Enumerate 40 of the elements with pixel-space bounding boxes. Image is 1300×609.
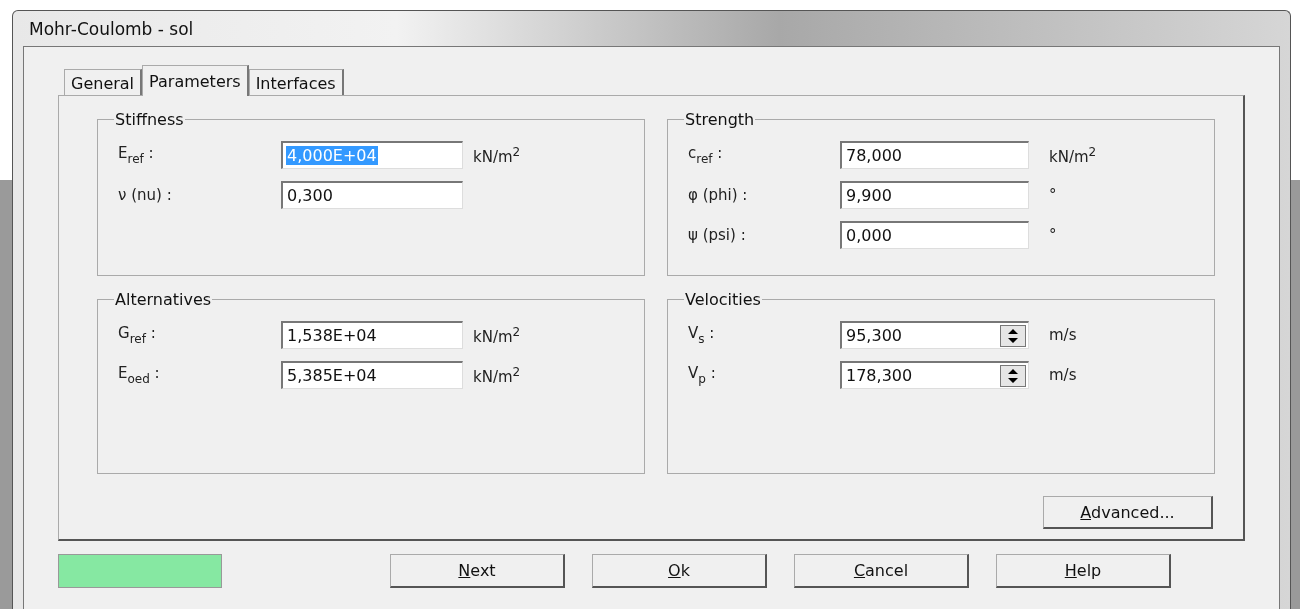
spin-field[interactable]: 95,300 (840, 321, 1029, 349)
field-label: E$_{oed}$ : (118, 364, 161, 386)
tab[interactable]: Interfaces (248, 69, 344, 95)
field-label: E$_{ref}$ : (118, 144, 155, 166)
tab[interactable]: Parameters (142, 65, 249, 96)
advanced-button[interactable]: Advanced... (1043, 496, 1213, 529)
spinner-icon[interactable] (1000, 324, 1026, 347)
input-field[interactable]: 9,900 (840, 181, 1029, 209)
unit-label: m/s (1049, 326, 1077, 344)
field-label: G$_{ref}$ : (118, 324, 157, 346)
field-label: c$_{ref}$ : (688, 144, 724, 166)
unit-label: kN/m$^{2}$ (473, 324, 521, 346)
group-title: Velocities (684, 290, 762, 309)
unit-label: m/s (1049, 366, 1077, 384)
unit-label: kN/m$^{2}$ (473, 144, 521, 166)
input-field[interactable]: 5,385E+04 (281, 361, 463, 389)
field-label: ν (nu) : (118, 186, 173, 204)
unit-label: kN/m$^{2}$ (473, 364, 521, 386)
group-title: Strength (684, 110, 756, 129)
window-title: Mohr-Coulomb - sol (29, 18, 194, 39)
dialog-button[interactable]: Ok (592, 554, 767, 588)
dialog-button[interactable]: Cancel (794, 554, 969, 588)
group-title: Stiffness (114, 110, 185, 129)
dialog-button[interactable]: Help (996, 554, 1171, 588)
unit-label: ° (1049, 226, 1057, 244)
field-label: V$_{p}$ : (688, 364, 717, 386)
group-title: Alternatives (114, 290, 213, 309)
tab[interactable]: General (64, 69, 143, 95)
input-field[interactable]: 0,300 (281, 181, 463, 209)
input-field[interactable]: 0,000 (840, 221, 1029, 249)
field-label: ψ (psi) : (688, 226, 747, 244)
field-label: φ (phi) : (688, 186, 749, 204)
spinner-icon[interactable] (1000, 364, 1026, 387)
spin-field[interactable]: 178,300 (840, 361, 1029, 389)
unit-label: ° (1049, 186, 1057, 204)
field-label: V$_{s}$ : (688, 324, 716, 346)
input-field[interactable]: 78,000 (840, 141, 1029, 169)
dialog-button[interactable]: Next (390, 554, 565, 588)
unit-label: kN/m$^{2}$ (1049, 144, 1097, 166)
input-field[interactable]: 1,538E+04 (281, 321, 463, 349)
